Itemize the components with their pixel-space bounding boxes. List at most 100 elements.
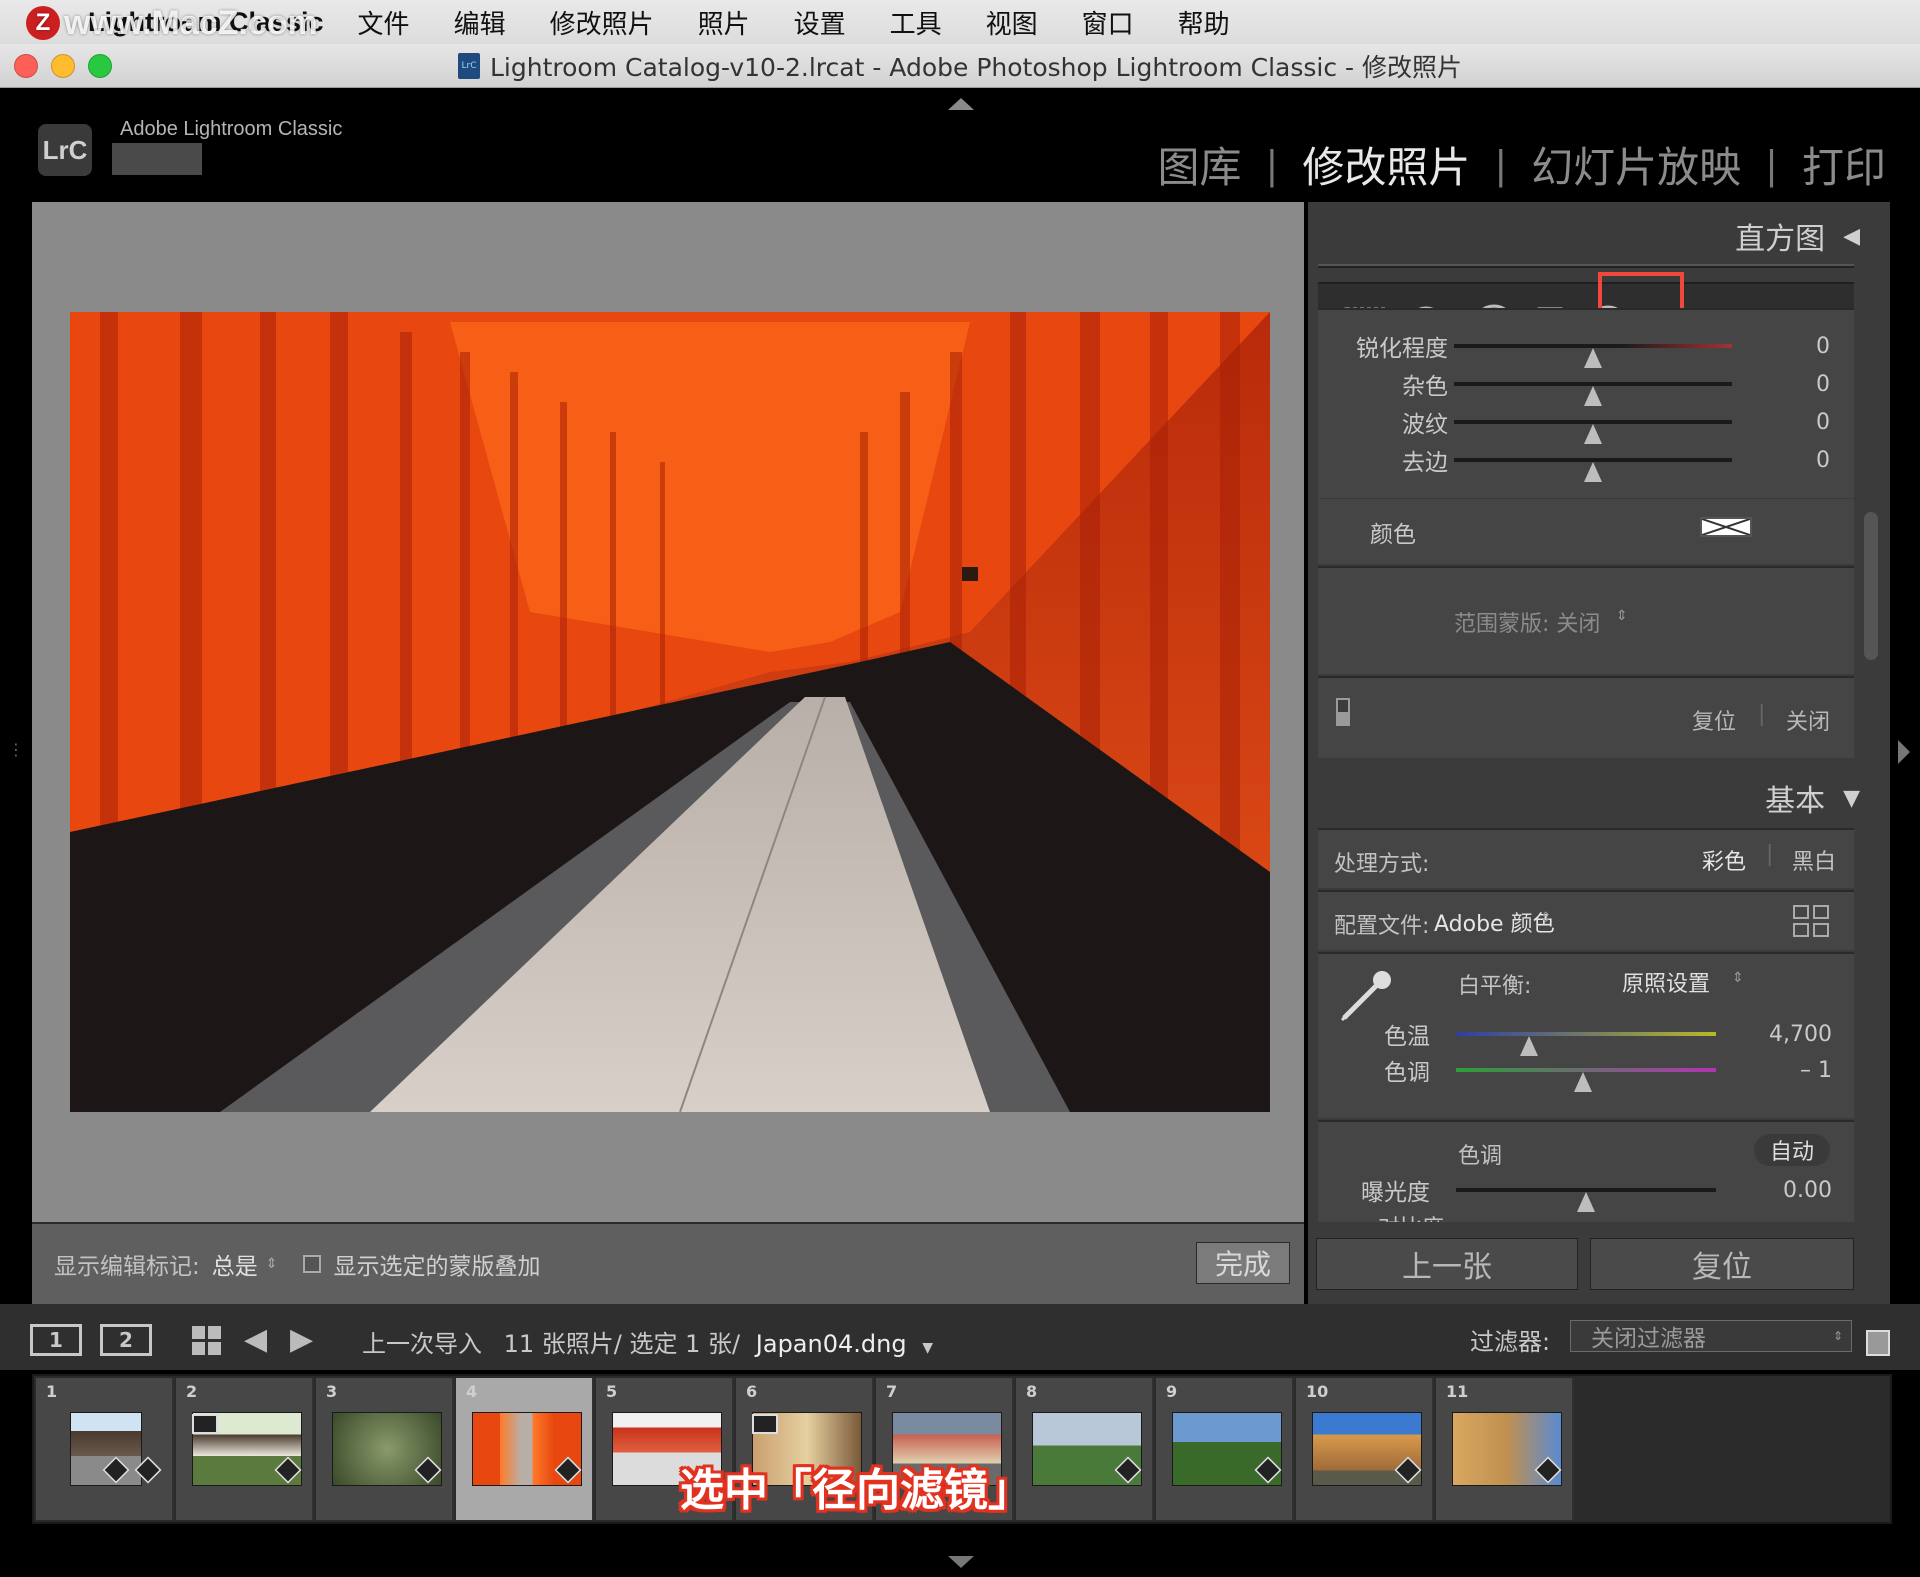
- profile-select[interactable]: Adobe 颜色: [1434, 906, 1555, 938]
- noise-track[interactable]: [1454, 382, 1732, 406]
- menu-help[interactable]: 帮助: [1178, 4, 1230, 41]
- sharpness-value[interactable]: 0: [1816, 334, 1830, 359]
- exposure-value[interactable]: 0.00: [1783, 1178, 1832, 1203]
- filmstrip-cell[interactable]: 1: [36, 1378, 174, 1520]
- done-button[interactable]: 完成: [1196, 1242, 1290, 1284]
- sharpness-knob[interactable]: [1584, 348, 1602, 368]
- histogram-header[interactable]: 直方图 ◀: [1308, 206, 1860, 266]
- image-viewer[interactable]: [32, 202, 1304, 1222]
- filmstrip-cell-selected[interactable]: 4: [456, 1378, 594, 1520]
- slider-row-noise: 杂色 0: [1318, 368, 1854, 406]
- collapse-down-icon[interactable]: ▼: [1843, 786, 1860, 811]
- arrow-left-icon[interactable]: ◀: [244, 1322, 267, 1357]
- menu-edit[interactable]: 编辑: [454, 4, 506, 41]
- basic-title: 基本: [1765, 784, 1826, 819]
- primary-window-button[interactable]: 1: [30, 1324, 82, 1356]
- filmstrip-cell[interactable]: 3: [316, 1378, 454, 1520]
- selected-filename: Japan04.dng: [755, 1330, 907, 1358]
- cell-number: 5: [606, 1382, 618, 1401]
- range-mask-select[interactable]: 范围蒙版: 关闭: [1454, 606, 1600, 638]
- show-mask-overlay-label: 显示选定的蒙版叠加: [333, 1254, 541, 1280]
- updown-chevron-icon: ⇕: [1732, 970, 1744, 986]
- menu-app-name[interactable]: Lightroom Classic: [88, 7, 324, 38]
- secondary-window-button[interactable]: 2: [100, 1324, 152, 1356]
- temp-track[interactable]: [1456, 1032, 1716, 1056]
- show-mask-overlay-checkbox[interactable]: [303, 1255, 322, 1273]
- tint-knob[interactable]: [1574, 1072, 1593, 1092]
- noise-value[interactable]: 0: [1816, 372, 1830, 397]
- filmstrip-cell[interactable]: 9: [1156, 1378, 1294, 1520]
- temp-value[interactable]: 4,700: [1769, 1022, 1832, 1047]
- right-panel-toggle-icon[interactable]: [1898, 740, 1910, 764]
- show-edit-pins-select[interactable]: 总是: [212, 1247, 258, 1281]
- reset-all-button[interactable]: 复位: [1590, 1238, 1854, 1290]
- moire-value[interactable]: 0: [1816, 410, 1830, 435]
- color-row: 颜色: [1318, 498, 1854, 564]
- photo-count: 11 张照片/ 选定 1 张/: [503, 1330, 741, 1358]
- module-develop[interactable]: 修改照片: [1302, 134, 1470, 195]
- main-photo[interactable]: [70, 312, 1270, 1112]
- catalog-doc-icon: LrC: [457, 53, 480, 79]
- right-panel-scrollbar[interactable]: [1864, 512, 1878, 660]
- virtual-copy-icon: [192, 1414, 218, 1434]
- exposure-track[interactable]: [1456, 1188, 1716, 1212]
- filmstrip-cell[interactable]: 11: [1436, 1378, 1574, 1520]
- mask-reset-button[interactable]: 复位: [1692, 704, 1736, 736]
- menu-tools[interactable]: 工具: [890, 4, 942, 41]
- slider-row-defringe: 去边 0: [1318, 444, 1854, 482]
- dropdown-caret-icon[interactable]: ▼: [922, 1340, 933, 1356]
- module-print[interactable]: 打印: [1802, 134, 1886, 195]
- source-label[interactable]: 上一次导入: [362, 1330, 482, 1358]
- bottom-panel-toggle-icon[interactable]: [948, 1556, 974, 1568]
- defringe-value[interactable]: 0: [1816, 448, 1830, 473]
- menu-settings[interactable]: 设置: [794, 4, 846, 41]
- previous-settings-button[interactable]: 上一张: [1316, 1238, 1578, 1290]
- defringe-knob[interactable]: [1584, 462, 1602, 482]
- menu-develop[interactable]: 修改照片: [550, 4, 654, 41]
- treatment-color-button[interactable]: 彩色: [1702, 844, 1746, 876]
- left-panel-toggle-icon[interactable]: ⋮: [8, 740, 24, 759]
- updown-chevron-icon: ⇕: [1616, 608, 1628, 624]
- cell-number: 3: [326, 1382, 338, 1401]
- filter-lock-icon[interactable]: [1866, 1330, 1890, 1356]
- treatment-separator: |: [1766, 842, 1774, 867]
- menu-window[interactable]: 窗口: [1082, 4, 1134, 41]
- mask-toggle-switch[interactable]: [1336, 698, 1350, 726]
- auto-tone-button[interactable]: 自动: [1754, 1134, 1830, 1166]
- color-swatch-none-icon[interactable]: [1700, 517, 1752, 537]
- treatment-bw-button[interactable]: 黑白: [1792, 844, 1836, 876]
- menu-view[interactable]: 视图: [986, 4, 1038, 41]
- moire-track[interactable]: [1454, 420, 1732, 444]
- temp-knob[interactable]: [1519, 1036, 1538, 1056]
- module-library[interactable]: 图库: [1158, 134, 1242, 195]
- filmstrip-source-path[interactable]: 上一次导入 11 张照片/ 选定 1 张/ Japan04.dng ▼: [362, 1324, 933, 1359]
- menu-photo[interactable]: 照片: [698, 4, 750, 41]
- grid-view-icon[interactable]: [192, 1326, 222, 1362]
- exposure-knob[interactable]: [1577, 1192, 1595, 1212]
- noise-knob[interactable]: [1584, 386, 1602, 406]
- footer-separator: |: [1758, 702, 1766, 727]
- white-balance-section: 白平衡: 原照设置 ⇕ 色温 4,700 色调 – 1: [1318, 952, 1854, 1118]
- top-panel-toggle-icon[interactable]: [948, 98, 974, 110]
- window-title-text: Lightroom Catalog-v10-2.lrcat - Adobe Ph…: [489, 53, 1462, 82]
- sharpness-track[interactable]: [1454, 344, 1732, 368]
- filmstrip-cell[interactable]: 8: [1016, 1378, 1154, 1520]
- module-slideshow[interactable]: 幻灯片放映: [1531, 134, 1741, 195]
- mask-close-button[interactable]: 关闭: [1786, 704, 1830, 736]
- show-edit-pins-label: 显示编辑标记:: [54, 1254, 200, 1280]
- arrow-right-icon[interactable]: ▶: [290, 1322, 313, 1357]
- filmstrip-cell[interactable]: 2: [176, 1378, 314, 1520]
- profile-row: 配置文件: Adobe 颜色 ⇕: [1318, 890, 1854, 950]
- moire-knob[interactable]: [1584, 424, 1602, 444]
- tint-value[interactable]: – 1: [1800, 1058, 1832, 1083]
- filter-select[interactable]: 关闭过滤器 ⇕: [1570, 1320, 1852, 1352]
- collapse-left-icon[interactable]: ◀: [1843, 224, 1860, 249]
- menu-file[interactable]: 文件: [358, 4, 410, 41]
- torii-gate-photo: [70, 312, 1270, 1112]
- defringe-track[interactable]: [1454, 458, 1732, 482]
- profile-browser-grid-icon[interactable]: [1792, 904, 1830, 938]
- wb-select[interactable]: 原照设置: [1622, 966, 1710, 998]
- filmstrip-cell[interactable]: 10: [1296, 1378, 1434, 1520]
- tint-track[interactable]: [1456, 1068, 1716, 1092]
- basic-header[interactable]: 基本 ▼: [1308, 768, 1860, 828]
